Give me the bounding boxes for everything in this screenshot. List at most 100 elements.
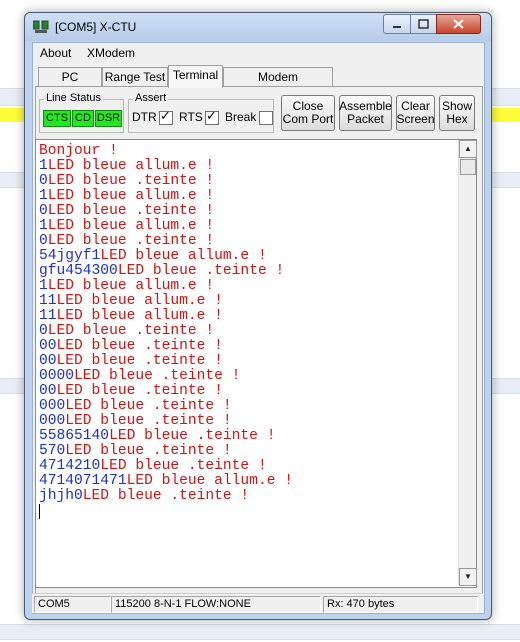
clear-screen-button[interactable]: Clear Screen [396,95,435,131]
assert-label: Assert [133,92,169,104]
received-text: LED bleue allum.e ! [47,278,215,294]
close-com-port-line1: Close [292,99,324,113]
received-text: LED bleue allum.e ! [47,188,215,204]
sent-text: 0 [39,323,48,339]
received-text: LED bleue .teinte ! [65,443,232,459]
received-text: LED bleue .teinte ! [56,383,223,399]
dsr-indicator: DSR [95,110,122,127]
terminal-scrollbar[interactable]: ▲ ▼ [458,140,477,586]
tab-range-test[interactable]: Range Test [102,67,168,87]
sent-text: 55865140 [39,428,110,444]
sent-text: 570 [39,443,66,459]
tab-modem-configuration[interactable]: Modem Configuration [223,67,333,102]
terminal-line: 0LED bleue .teinte ! [39,324,457,339]
received-text: LED bleue .teinte ! [65,413,232,429]
arrow-up-icon: ▲ [464,144,472,153]
assert-group: Assert DTR ✓ RTS ✓ Break [128,92,274,133]
sent-text: 000 [39,413,66,429]
terminal-line: gfu454300LED bleue .teinte ! [39,264,457,279]
received-text: LED bleue .teinte ! [74,368,241,384]
terminal-line: 000LED bleue .teinte ! [39,399,457,414]
terminal-line: 1LED bleue allum.e ! [39,189,457,204]
received-text: LED bleue allum.e ! [47,158,215,174]
minimize-button[interactable] [383,14,411,34]
tab-terminal[interactable]: Terminal [168,65,223,88]
sent-text: 1 [39,218,48,234]
terminal-line: 54jgyf1LED bleue allum.e ! [39,249,457,264]
sent-text: gfu454300 [39,263,118,279]
dtr-checkbox[interactable]: ✓ [159,109,173,125]
terminal-line: 570LED bleue .teinte ! [39,444,457,459]
terminal-output[interactable]: Bonjour ! 1LED bleue allum.e ! 0LED bleue … [35,139,477,588]
scroll-thumb[interactable] [460,159,476,175]
sent-text: 00 [39,383,57,399]
minimize-icon [393,26,401,28]
close-icon [453,19,464,29]
status-settings: 115200 8-N-1 FLOW:NONE [111,596,321,613]
sent-text: 11 [39,293,57,309]
line-status-group: Line Status CTS CD DSR [39,92,124,133]
terminal-line: 0LED bleue .teinte ! [39,174,457,189]
check-icon: ✓ [206,108,217,123]
sent-text: 000 [39,398,66,414]
scroll-down-button[interactable]: ▼ [459,568,477,586]
rts-checkbox[interactable]: ✓ [205,108,219,125]
received-text: LED bleue allum.e ! [56,293,223,309]
sent-text: 1 [39,278,48,294]
received-text: LED bleue allum.e ! [47,218,215,234]
terminal-line: 4714071471LED bleue allum.e ! [39,474,457,489]
tab-pc-settings[interactable]: PC Settings [38,67,102,102]
cd-indicator: CD [72,110,94,127]
received-text: LED bleue .teinte ! [109,428,276,444]
sent-text: 00 [39,353,57,369]
sent-text: 0 [39,203,48,219]
line-status-label: Line Status [44,92,104,104]
title-bar[interactable]: [COM5] X-CTU [25,13,491,41]
menu-bar: About XModem [33,43,484,63]
text-cursor [39,504,40,519]
sent-text: 4714210 [39,458,101,474]
close-window-button[interactable] [436,14,481,34]
tab-strip: PC Settings Range Test Terminal Modem Co… [36,65,476,102]
maximize-icon [418,19,429,29]
received-text: LED bleue .teinte ! [47,173,215,189]
clear-screen-line2: Screen [396,112,435,126]
received-text: LED bleue allum.e ! [100,248,267,264]
received-text: LED bleue .teinte ! [56,338,223,354]
show-hex-line2: Hex [446,112,468,126]
show-hex-line1: Show [441,99,473,113]
sent-text: 54jgyf1 [39,248,101,264]
break-checkbox[interactable] [259,111,273,125]
menu-about[interactable]: About [40,46,71,60]
status-rx: Rx: 470 bytes [323,596,478,613]
menu-xmodem[interactable]: XModem [87,46,135,60]
arrow-down-icon: ▼ [464,572,472,581]
close-com-port-line2: Com Port [282,112,334,126]
cts-indicator: CTS [43,110,71,127]
close-com-port-button[interactable]: Close Com Port [281,95,335,131]
sent-text: 1 [39,188,48,204]
scroll-up-button[interactable]: ▲ [459,140,477,158]
terminal-line: 00LED bleue .teinte ! [39,354,457,369]
rts-label: RTS [179,110,203,124]
status-port: COM5 [34,596,111,613]
sent-text: 0 [39,173,48,189]
maximize-button[interactable] [410,14,437,34]
received-text: LED bleue .teinte ! [82,488,250,504]
received-text: Bonjour ! [39,143,118,159]
received-text: LED bleue .teinte ! [47,233,215,249]
sent-text: 4714071471 [39,473,127,489]
assemble-packet-line1: Assemble [339,99,392,113]
assemble-packet-button[interactable]: Assemble Packet [339,95,392,131]
show-hex-button[interactable]: Show Hex [439,95,475,131]
received-text: LED bleue allum.e ! [126,473,293,489]
received-text: LED bleue allum.e ! [56,308,223,324]
xctu-app-icon [33,20,49,33]
status-bar: COM5 115200 8-N-1 FLOW:NONE Rx: 470 byte… [32,593,483,613]
xctu-window: [COM5] X-CTU About XModem PC Settings Ra… [24,12,492,620]
terminal-line: 11LED bleue allum.e ! [39,294,457,309]
received-text: LED bleue .teinte ! [65,398,232,414]
terminal-line: 0LED bleue .teinte ! [39,234,457,249]
terminal-line: Bonjour ! [39,144,457,159]
received-text: LED bleue .teinte ! [47,323,215,339]
